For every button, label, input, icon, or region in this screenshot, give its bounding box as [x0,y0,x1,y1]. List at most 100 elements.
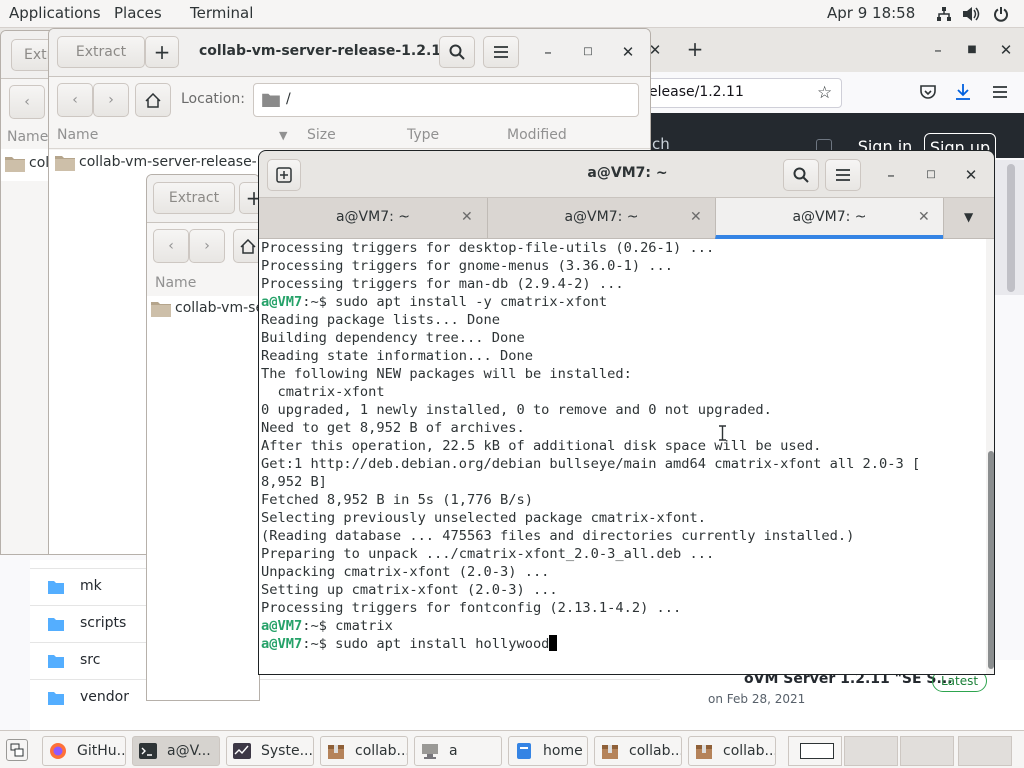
column-header-name[interactable]: Name [57,127,98,143]
terminal-output[interactable]: Processing triggers for desktop-file-uti… [259,239,986,674]
folder-name[interactable]: collab-vm-server-release-1 [79,154,266,170]
folder-name[interactable]: collab-vm-se [175,300,259,316]
close-tab-icon[interactable]: ✕ [918,209,930,225]
column-headers: Name ▼ Size Type Modified [49,125,650,149]
firefox-scroll-thumb[interactable] [1007,164,1015,292]
url-text: elease/1.2.11 [649,84,744,100]
clock[interactable]: Apr 9 18:58 [827,0,915,28]
hamburger-menu-button[interactable] [483,36,519,68]
minimize-icon[interactable]: – [539,43,557,61]
task-terminal[interactable]: a@V... [132,736,220,766]
output-text: (Reading database ... 475563 files and d… [261,528,855,544]
terminal-line: (Reading database ... 475563 files and d… [261,527,986,545]
close-icon[interactable]: ✕ [997,41,1015,59]
terminal-tab-active[interactable]: a@VM7: ~ ✕ [715,198,943,239]
workspace-4[interactable] [958,736,1012,766]
folder-icon [48,580,64,594]
search-button[interactable] [783,159,819,191]
maximize-icon[interactable]: □ [579,43,597,61]
task-home-folder[interactable]: home [508,736,588,766]
hamburger-menu-button[interactable] [825,159,861,191]
task-archive-manager[interactable]: collab... [688,736,776,766]
forward-button[interactable]: › [189,229,225,263]
terminal-scroll-thumb[interactable] [988,451,994,669]
forward-button[interactable]: › [93,83,129,117]
terminal-tab[interactable]: a@VM7: ~ ✕ [259,198,487,239]
home-button[interactable] [135,83,171,117]
task-label: GitHu... [77,743,126,759]
prompt-suffix: :~$ [302,636,336,652]
column-header-name[interactable]: Name [155,275,196,291]
network-icon[interactable] [936,6,952,22]
terminal-line: Processing triggers for desktop-file-uti… [261,239,986,257]
show-desktop-icon[interactable] [6,739,28,761]
firefox-icon [49,742,67,760]
add-button[interactable]: + [239,182,259,214]
task-firefox[interactable]: GitHu... [42,736,126,766]
bookmark-star-icon[interactable]: ☆ [817,83,832,103]
terminal-menu[interactable]: Terminal [190,0,253,28]
column-header-name[interactable]: Name [7,129,48,145]
column-header-type[interactable]: Type [407,127,439,143]
task-virtual-machine[interactable]: a [414,736,502,766]
workspace-1[interactable] [788,736,842,766]
workspace-3[interactable] [900,736,954,766]
close-icon[interactable]: ✕ [962,166,980,184]
extract-button[interactable]: Extract [153,182,235,214]
terminal-line: Building dependency tree... Done [261,329,986,347]
folder-icon [48,654,64,668]
minimize-icon[interactable]: – [882,166,900,184]
firefox-scrollbar[interactable] [995,160,1024,295]
workspace-2[interactable] [844,736,898,766]
power-icon[interactable] [993,6,1009,22]
back-button[interactable]: ‹ [153,229,189,263]
terminal-header: a@VM7: ~ – □ ✕ [259,151,994,198]
pocket-icon[interactable] [918,82,938,102]
search-button[interactable] [439,36,475,68]
minimize-icon[interactable]: – [929,41,947,59]
tab-label: a@VM7: ~ [564,209,639,225]
column-header-size[interactable]: Size [307,127,336,143]
terminal-line: 8,952 B] [261,473,986,491]
task-archive-manager[interactable]: collab... [594,736,682,766]
places-menu[interactable]: Places [114,0,162,28]
add-button[interactable]: + [145,36,179,68]
folder-name[interactable]: col [29,155,49,171]
volume-icon[interactable] [962,6,980,22]
close-tab-icon[interactable]: ✕ [690,209,702,225]
maximize-icon[interactable]: ■ [963,41,981,59]
file-row[interactable]: vendor [30,679,660,716]
url-bar[interactable]: elease/1.2.11 ☆ [640,78,842,108]
task-archive-manager[interactable]: collab... [320,736,408,766]
terminal-cursor [549,635,558,651]
terminal-line: Selecting previously unselected package … [261,509,986,527]
close-tab-icon[interactable]: ✕ [461,209,473,225]
system-monitor-icon [233,742,251,760]
location-value: / [286,91,291,107]
back-button[interactable]: ‹ [57,83,93,117]
task-system-monitor[interactable]: Syste... [226,736,314,766]
output-text: The following NEW packages will be insta… [261,366,632,382]
terminal-tab[interactable]: a@VM7: ~ ✕ [487,198,715,239]
archive-window-front: Extract + ‹ › Name collab-vm-se [146,174,260,701]
archive-icon [695,742,713,760]
tab-list-button[interactable]: ▼ [943,198,994,239]
window-title: collab-vm-server-release-1.2.11... [199,43,467,59]
output-text: Processing triggers for man-db (2.9.4-2)… [261,276,624,292]
location-field[interactable]: / [253,83,639,117]
prompt-user: a@VM7 [261,618,303,634]
extract-button[interactable]: Extract [57,36,145,68]
command-text: cmatrix [335,618,393,634]
terminal-line: 0 upgraded, 1 newly installed, 0 to remo… [261,401,986,419]
home-button[interactable] [233,229,259,263]
chevron-down-icon: ▼ [964,210,974,224]
column-header-modified[interactable]: Modified [507,127,567,143]
applications-menu[interactable]: Applications [9,0,101,28]
output-text: Setting up cmatrix-xfont (2.0-3) ... [261,582,558,598]
back-button[interactable]: ‹ [9,85,45,119]
close-icon[interactable]: ✕ [619,43,637,61]
menu-icon[interactable] [990,83,1010,101]
maximize-icon[interactable]: □ [922,166,940,184]
downloads-icon[interactable] [953,82,973,102]
new-tab-icon[interactable]: + [686,39,704,59]
